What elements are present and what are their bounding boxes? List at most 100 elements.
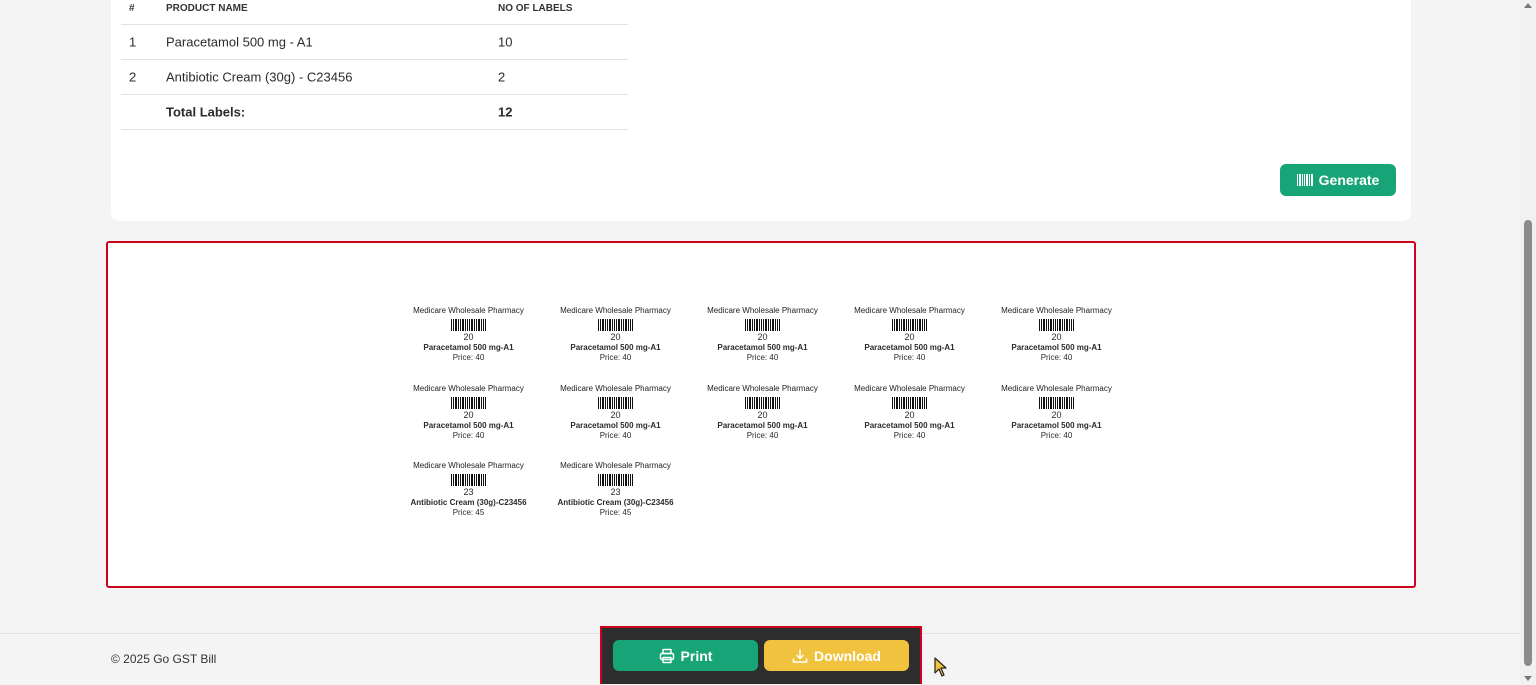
barcode-graphic — [395, 474, 542, 486]
scroll-down-arrow-icon[interactable] — [1524, 676, 1532, 681]
label-product-name: Paracetamol 500 mg-A1 — [423, 343, 514, 352]
label-price: Price: 40 — [1040, 430, 1073, 440]
row-index: 2 — [129, 69, 137, 85]
barcode-graphic — [836, 319, 983, 331]
label-price: Price: 45 — [599, 508, 632, 517]
label-price: Price: 40 — [893, 353, 926, 362]
label-barcode-number: 20 — [610, 332, 621, 342]
barcode-label: Medicare Wholesale Pharmacy 20 Paracetamol… — [542, 304, 689, 382]
barcode-graphic — [542, 396, 689, 409]
barcode-label: Medicare Wholesale Pharmacy 20 Paracetamol… — [983, 304, 1130, 382]
total-labels-value: 12 — [498, 104, 513, 120]
label-product-name: Antibiotic Cream (30g)-C23456 — [557, 498, 674, 507]
action-bar: Print Download — [600, 626, 922, 684]
printer-icon — [659, 648, 674, 663]
barcode-label: Medicare Wholesale Pharmacy 20 Paracetamol… — [689, 304, 836, 382]
total-labels-label: Total Labels: — [166, 104, 246, 120]
row-index: 1 — [129, 34, 137, 50]
header-product-name: PRODUCT NAME — [166, 3, 248, 14]
print-button-label: Print — [680, 647, 713, 664]
header-no-of-labels: NO OF LABELS — [498, 3, 573, 14]
print-button[interactable]: Print — [613, 640, 758, 671]
label-price: Price: 40 — [599, 353, 632, 362]
table-row: 2 Antibiotic Cream (30g) - C23456 2 — [121, 60, 628, 95]
label-price: Price: 40 — [746, 430, 779, 440]
label-price: Price: 40 — [599, 430, 632, 440]
download-button[interactable]: Download — [764, 640, 909, 671]
label-product-name: Paracetamol 500 mg-A1 — [423, 420, 514, 430]
barcode-label: Medicare Wholesale Pharmacy 23 Antibiotic … — [542, 459, 689, 537]
label-config-card: # PRODUCT NAME NO OF LABELS 1 Paracetamo… — [111, 0, 1411, 221]
label-barcode-number: 20 — [757, 332, 768, 342]
label-price: Price: 40 — [452, 353, 485, 362]
label-shop-name: Medicare Wholesale Pharmacy — [413, 306, 524, 315]
labels-table: # PRODUCT NAME NO OF LABELS 1 Paracetamo… — [121, 0, 628, 130]
barcode-label: Medicare Wholesale Pharmacy 20 Paracetamol… — [836, 382, 983, 460]
barcode-label: Medicare Wholesale Pharmacy 23 Antibiotic … — [395, 459, 542, 537]
download-icon — [792, 649, 808, 663]
label-shop-name: Medicare Wholesale Pharmacy — [707, 383, 818, 393]
barcode-icon — [1296, 174, 1313, 186]
label-product-name: Paracetamol 500 mg-A1 — [1011, 343, 1102, 352]
copyright-text: © 2025 Go GST Bill — [111, 652, 217, 666]
label-product-name: Paracetamol 500 mg-A1 — [570, 420, 661, 430]
label-grid: Medicare Wholesale Pharmacy 20 Paracetamol… — [395, 304, 1130, 537]
barcode-graphic — [395, 319, 542, 331]
label-product-name: Paracetamol 500 mg-A1 — [717, 420, 808, 430]
barcode-graphic — [983, 319, 1130, 331]
label-barcode-number: 20 — [1051, 332, 1062, 342]
row-product-name: Paracetamol 500 mg - A1 — [166, 34, 313, 50]
label-product-name: Paracetamol 500 mg-A1 — [1011, 420, 1102, 430]
barcode-graphic — [689, 319, 836, 331]
page-scrollbar[interactable] — [1520, 0, 1536, 684]
label-shop-name: Medicare Wholesale Pharmacy — [560, 461, 671, 470]
label-barcode-number: 23 — [463, 487, 474, 497]
row-product-name: Antibiotic Cream (30g) - C23456 — [166, 69, 353, 85]
label-product-name: Paracetamol 500 mg-A1 — [570, 343, 661, 352]
barcode-label: Medicare Wholesale Pharmacy 20 Paracetamol… — [836, 304, 983, 382]
generate-button[interactable]: Generate — [1280, 164, 1396, 196]
row-label-count: 2 — [498, 69, 506, 85]
label-price: Price: 40 — [452, 430, 485, 440]
label-shop-name: Medicare Wholesale Pharmacy — [413, 383, 524, 393]
label-shop-name: Medicare Wholesale Pharmacy — [707, 306, 818, 315]
label-barcode-number: 20 — [610, 409, 621, 420]
table-total-row: Total Labels: 12 — [121, 95, 628, 130]
label-price: Price: 40 — [746, 353, 779, 362]
barcode-graphic — [983, 396, 1130, 409]
label-price: Price: 45 — [452, 508, 485, 517]
label-price: Price: 40 — [893, 430, 926, 440]
label-shop-name: Medicare Wholesale Pharmacy — [1001, 383, 1112, 393]
download-button-label: Download — [814, 647, 881, 664]
label-shop-name: Medicare Wholesale Pharmacy — [854, 383, 965, 393]
label-shop-name: Medicare Wholesale Pharmacy — [413, 461, 524, 470]
barcode-graphic — [542, 319, 689, 331]
label-barcode-number: 20 — [463, 332, 474, 342]
barcode-graphic — [836, 396, 983, 409]
label-product-name: Paracetamol 500 mg-A1 — [864, 343, 955, 352]
mouse-cursor-icon — [934, 657, 947, 677]
label-barcode-number: 23 — [610, 487, 621, 497]
label-barcode-number: 20 — [904, 332, 915, 342]
barcode-label: Medicare Wholesale Pharmacy 20 Paracetamol… — [983, 382, 1130, 460]
barcode-label: Medicare Wholesale Pharmacy 20 Paracetamol… — [395, 382, 542, 460]
label-barcode-number: 20 — [463, 409, 474, 420]
label-barcode-number: 20 — [904, 409, 915, 420]
generate-button-label: Generate — [1318, 172, 1380, 188]
label-shop-name: Medicare Wholesale Pharmacy — [560, 383, 671, 393]
label-barcode-number: 20 — [757, 409, 768, 420]
barcode-graphic — [689, 396, 836, 409]
header-index: # — [129, 3, 135, 14]
barcode-graphic — [542, 474, 689, 486]
table-header: # PRODUCT NAME NO OF LABELS — [121, 0, 628, 25]
label-product-name: Antibiotic Cream (30g)-C23456 — [410, 498, 527, 507]
label-preview-area: Medicare Wholesale Pharmacy 20 Paracetamol… — [106, 241, 1416, 588]
scrollbar-thumb[interactable] — [1524, 220, 1532, 666]
scroll-up-arrow-icon[interactable] — [1524, 3, 1532, 8]
label-shop-name: Medicare Wholesale Pharmacy — [854, 306, 965, 315]
label-price: Price: 40 — [1040, 353, 1073, 362]
label-shop-name: Medicare Wholesale Pharmacy — [1001, 306, 1112, 315]
row-label-count: 10 — [498, 34, 513, 50]
barcode-label: Medicare Wholesale Pharmacy 20 Paracetamol… — [542, 382, 689, 460]
label-barcode-number: 20 — [1051, 409, 1062, 420]
